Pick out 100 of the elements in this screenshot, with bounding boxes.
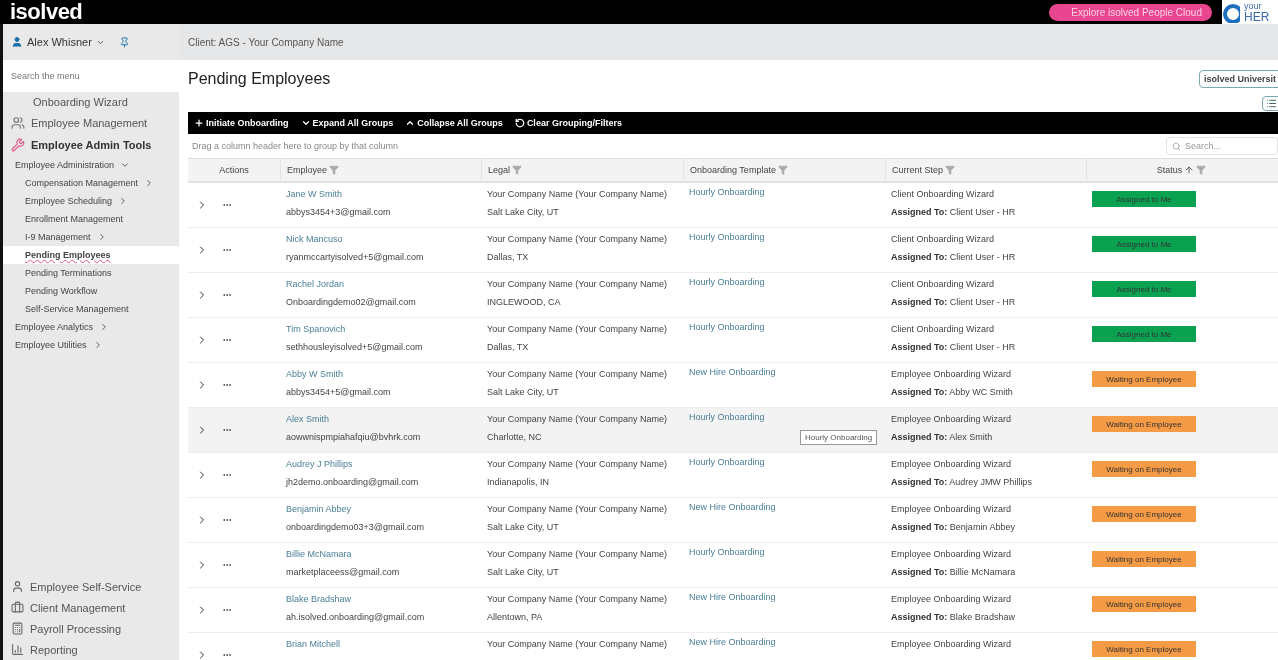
status-badge: Waiting on Employee: [1092, 551, 1196, 567]
menu-item[interactable]: Employee Scheduling: [3, 192, 179, 210]
employee-name[interactable]: Abby W Smith: [286, 369, 475, 379]
template-link[interactable]: Hourly Onboarding: [689, 457, 879, 467]
nav-item[interactable]: Employee Self-Service: [3, 576, 179, 597]
menu-item[interactable]: Pending Terminations: [3, 264, 179, 282]
ring-icon: [1222, 1, 1240, 23]
status-badge: Waiting on Employee: [1092, 596, 1196, 612]
legal-city: Salt Lake City, UT: [487, 522, 560, 532]
template-link[interactable]: Hourly Onboarding: [689, 277, 879, 287]
column-header[interactable]: Actions: [219, 165, 249, 175]
menu-item[interactable]: Pending Workflow: [3, 282, 179, 300]
template-link[interactable]: Hourly Onboarding: [689, 232, 879, 242]
legal-name: Your Company Name (Your Company Name): [487, 504, 668, 514]
filter-icon[interactable]: [512, 165, 523, 175]
menu-item[interactable]: Compensation Management: [3, 174, 179, 192]
nav-item[interactable]: Payroll Processing: [3, 618, 179, 639]
user-icon: [11, 36, 23, 48]
list-view-button[interactable]: [1262, 96, 1278, 111]
menu-item[interactable]: Self-Service Management: [3, 300, 179, 318]
template-link[interactable]: Hourly Onboarding: [689, 547, 879, 557]
employee-name[interactable]: Billie McNamara: [286, 549, 475, 559]
template-link[interactable]: New Hire Onboarding: [689, 637, 879, 647]
menu-item[interactable]: Employee Utilities: [3, 336, 179, 354]
menu-item[interactable]: Employee Analytics: [3, 318, 179, 336]
column-header[interactable]: Current Step: [892, 165, 944, 175]
search-icon: [1172, 141, 1181, 151]
employee-email: abbys3454+5@gmail.com: [286, 387, 392, 397]
template-link[interactable]: Hourly Onboarding: [689, 322, 879, 332]
employee-name[interactable]: Jane W Smith: [286, 189, 475, 199]
employee-email: marketplaceess@gmail.com: [286, 567, 401, 577]
current-step: Employee Onboarding Wizard: [891, 414, 1080, 424]
current-step: Client Onboarding Wizard: [891, 279, 1080, 289]
calculator-icon: [11, 622, 24, 635]
legal-city: Salt Lake City, UT: [487, 567, 560, 577]
briefcase-icon: [11, 601, 24, 614]
pin-icon[interactable]: [118, 36, 130, 48]
employee-name[interactable]: Alex Smith: [286, 414, 475, 424]
chevron-down-icon: [300, 118, 311, 128]
menu-item[interactable]: Pending Employees: [3, 246, 179, 264]
employee-email: onboardingdemo03+3@gmail.com: [286, 522, 425, 532]
nav-item[interactable]: Client Management: [3, 597, 179, 618]
template-link[interactable]: New Hire Onboarding: [689, 592, 879, 602]
employee-email: Onboardingdemo02@gmail.com: [286, 297, 417, 307]
employee-name[interactable]: Benjamin Abbey: [286, 504, 475, 514]
employee-name[interactable]: Blake Bradshaw: [286, 594, 475, 604]
assigned-to: Assigned To: Billie McNamara: [891, 567, 1017, 577]
current-step: Employee Onboarding Wizard: [891, 369, 1080, 379]
menu-item[interactable]: Enrollment Management: [3, 210, 179, 228]
wrench-icon: [11, 138, 25, 152]
employee-name[interactable]: Audrey J Phillips: [286, 459, 475, 469]
group-hint: Drag a column header here to group by that column: [192, 141, 399, 151]
status-badge: Waiting on Employee: [1092, 371, 1196, 387]
column-header[interactable]: Status: [1156, 165, 1183, 175]
employee-name[interactable]: Brian Mitchell: [286, 639, 475, 649]
filter-icon[interactable]: [329, 165, 340, 175]
legal-city: Salt Lake City, UT: [487, 387, 560, 397]
legal-name: Your Company Name (Your Company Name): [487, 279, 668, 289]
toolbar-button[interactable]: Clear Grouping/Filters: [514, 118, 622, 128]
employee-email: ah.isolved.onboarding@gmail.com: [286, 612, 426, 622]
assigned-to: Assigned To: Abby WC Smith: [891, 387, 1014, 397]
menu-item[interactable]: Employee Administration: [3, 156, 179, 174]
plus-icon: [194, 118, 204, 128]
current-step: Employee Onboarding Wizard: [891, 594, 1080, 604]
sort-arrow-icon[interactable]: [1184, 165, 1195, 175]
table-row[interactable]: Alex Smith aowwnispmpiahafqiu@bvhrk.com Your Company Name (Your Company Name) Charlotte, NC Hourly Onboarding Employee Onboarding Wizard Assigned To: Alex Smith Waiting on Employee Hourly Onboarding: [188, 408, 1278, 453]
status-badge: Waiting on Employee: [1092, 461, 1196, 477]
employee-name[interactable]: Rachel Jordan: [286, 279, 475, 289]
column-header[interactable]: Employee: [287, 165, 328, 175]
column-header[interactable]: Legal: [488, 165, 511, 175]
status-badge: Assigned to Me: [1092, 191, 1196, 207]
toolbar-button[interactable]: Collapse All Groups: [405, 118, 503, 128]
template-link[interactable]: New Hire Onboarding: [689, 367, 879, 377]
nav-item[interactable]: Reporting: [3, 639, 179, 660]
filter-icon[interactable]: [945, 165, 956, 175]
assigned-to: Assigned To: Client User - HR: [891, 342, 1017, 352]
user-menu[interactable]: Alex Whisner: [27, 36, 92, 48]
nav-item[interactable]: Onboarding Wizard: [3, 92, 179, 112]
client-name: Client: AGS - Your Company Name: [188, 36, 344, 48]
university-button[interactable]: isolved Universit: [1198, 70, 1278, 88]
column-header[interactable]: Onboarding Template: [690, 165, 776, 175]
menu-item[interactable]: I-9 Management: [3, 228, 179, 246]
assigned-to: Assigned To: Blake Bradshaw: [891, 612, 1016, 622]
nav-item[interactable]: Employee Admin Tools: [3, 134, 179, 156]
logo: isolved: [10, 0, 83, 25]
toolbar-button[interactable]: Expand All Groups: [300, 118, 394, 128]
template-link[interactable]: Hourly Onboarding: [689, 187, 879, 197]
template-link[interactable]: Hourly Onboarding: [689, 412, 879, 422]
legal-city: Dallas, TX: [487, 342, 530, 352]
assigned-to: Assigned To: Client User - HR: [891, 297, 1017, 307]
employee-name[interactable]: Nick Mancuso: [286, 234, 475, 244]
toolbar-button[interactable]: Initiate Onboarding: [194, 118, 289, 128]
legal-name: Your Company Name (Your Company Name): [487, 234, 668, 244]
template-link[interactable]: New Hire Onboarding: [689, 502, 879, 512]
partner-text: your HER: [1244, 1, 1270, 23]
filter-icon[interactable]: [777, 165, 788, 175]
nav-item[interactable]: Employee Management: [3, 112, 179, 134]
employee-name[interactable]: Tim Spanovich: [286, 324, 475, 334]
filter-icon[interactable]: [1196, 165, 1207, 175]
menu-search-field[interactable]: Search the menu: [3, 60, 179, 92]
